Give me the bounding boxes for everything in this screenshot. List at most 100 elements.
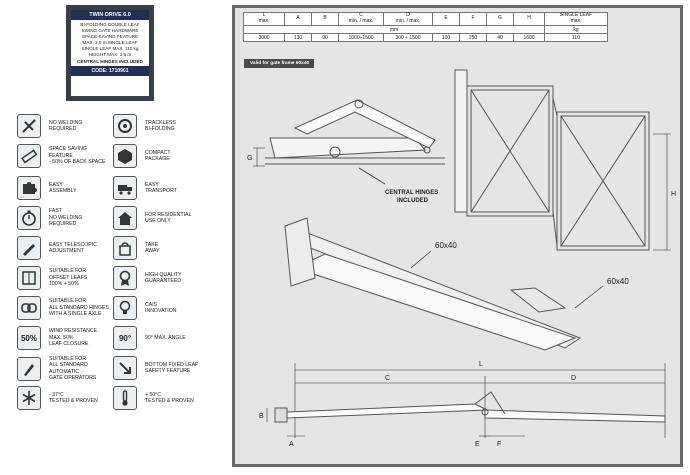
trackless-wheel-icon <box>113 114 137 138</box>
no-welding-icon <box>17 114 41 138</box>
feature-line: INNOVATION <box>145 308 177 314</box>
central-hinges-label-2: INCLUDED <box>397 198 429 204</box>
feature-item: TAKE AWAY <box>113 236 160 260</box>
feature-text: EASY TRANSPORT <box>145 182 177 195</box>
thermometer-icon <box>113 386 137 410</box>
feature-item: BOTTOM FIXED LEAF SAFETY FEATURE <box>113 356 198 380</box>
feature-text: + 50°C TESTED & PROVEN <box>145 392 194 405</box>
feature-item: EASY TRANSPORT <box>113 176 177 200</box>
profile-label: 60x40 <box>435 241 457 250</box>
ruler-icon <box>17 144 41 168</box>
feature-item: 50% WIND RESISTANCE MAX. 50% LEAF CLOSURE <box>17 326 97 350</box>
feature-item: TRACKLESS BI-FOLDING <box>113 114 176 138</box>
fixed-leaf-arrow-icon <box>113 356 137 380</box>
offset-frame-icon <box>17 266 41 290</box>
dim-b-label: B <box>259 413 264 420</box>
gate-technical-drawing: CENTRAL HINGES INCLUDED 60x40 60x40 G H … <box>247 69 676 448</box>
feature-item: HIGH QUALITY GUARANTEED <box>113 266 182 290</box>
dim-a-label: A <box>289 441 294 448</box>
feature-text: FAST NO WELDING REQUIRED <box>49 208 82 227</box>
feature-line: WITH A SINGLE AXLE <box>49 311 102 318</box>
feature-item: SUITABLE FOR OFFSET LEAFS 100% + 50% <box>17 266 87 290</box>
feature-text: EASY ASSEMBLY <box>49 182 77 195</box>
hinge-link-icon <box>17 296 41 320</box>
product-label: TWIN DRIVE 6.0 BI-FOLDING DOUBLE LEAF SW… <box>66 5 154 101</box>
feature-line: PACKAGE <box>145 156 170 162</box>
feature-line: AWAY <box>145 248 160 254</box>
dim-h-label: H <box>671 191 676 198</box>
feature-item: FAST NO WELDING REQUIRED <box>17 206 82 230</box>
central-hinges-label: CENTRAL HINGES <box>385 190 438 196</box>
feature-item: - 37°C TESTED & PROVEN <box>17 386 98 410</box>
truck-icon <box>113 176 137 200</box>
dim-g-label: G <box>247 155 252 162</box>
dim-d-label: D <box>571 375 576 382</box>
feature-line: SAFETY FEATURE <box>145 368 191 374</box>
dim-e-label: E <box>475 441 480 448</box>
snowflake-icon <box>17 386 41 410</box>
product-code: CODE: 1710901 <box>71 65 149 76</box>
dim-c-label: C <box>385 375 390 382</box>
feature-text: BOTTOM FIXED LEAF SAFETY FEATURE <box>145 362 198 375</box>
feature-item: EASY ASSEMBLY <box>17 176 77 200</box>
product-label-card: TWIN DRIVE 6.0 BI-FOLDING DOUBLE LEAF SW… <box>70 9 150 97</box>
feature-item: 90° 90° MAX. ANGLE <box>113 326 186 350</box>
feature-line: 100% + 50% <box>49 281 79 288</box>
feature-item: SPACE SAVING FEATURE - 50% OF BACK SPACE <box>17 144 105 168</box>
feature-text: - 37°C TESTED & PROVEN <box>49 392 98 405</box>
feature-text: TAKE AWAY <box>145 242 160 255</box>
feature-text: SUITABLE FOR ALL STANDARD AUTOMATIC GATE OP… <box>49 356 96 382</box>
feature-item: SUITABLE FOR ALL STANDARD AUTOMATIC GATE OP… <box>17 356 96 382</box>
feature-line: USE ONLY <box>145 218 171 224</box>
gate-post <box>454 69 468 213</box>
feature-line: - 50% OF BACK SPACE <box>49 159 106 166</box>
house-icon <box>113 206 137 230</box>
feature-line: GUARANTEED <box>145 278 182 284</box>
pen-adjust-icon <box>17 236 41 260</box>
feature-line: REQUIRED <box>49 126 77 132</box>
feature-line: 90° MAX. ANGLE <box>145 334 186 341</box>
feature-item: + 50°C TESTED & PROVEN <box>113 386 194 410</box>
profile-label: 60x40 <box>607 277 629 286</box>
percent-50-icon: 50% <box>17 326 41 350</box>
lightbulb-icon <box>113 296 137 320</box>
feature-text: CAIS INNOVATION <box>145 302 177 315</box>
feature-line: ADJUSTMENT <box>49 248 84 254</box>
technical-drawing-panel: L max. A B C min. / max. D min. / max. E F G H SI… <box>232 5 683 467</box>
feature-line: TESTED & PROVEN <box>145 398 194 404</box>
angle-90-icon: 90° <box>113 326 137 350</box>
label-bold-line: CENTRAL HINGES INCLUDED <box>77 58 143 64</box>
feature-text: HIGH QUALITY GUARANTEED <box>145 272 182 285</box>
dim-l-label: L <box>479 361 483 368</box>
feature-item: SUITABLE FOR ALL STANDARD HINGES WITH A SI… <box>17 296 109 320</box>
feature-text: EASY TELESCOPIC ADJUSTMENT <box>49 242 97 255</box>
feature-line: TESTED & PROVEN <box>49 398 98 404</box>
feature-line: TRANSPORT <box>145 188 177 194</box>
feature-line: ASSEMBLY <box>49 188 77 194</box>
feature-text: FOR RESIDENTIAL USE ONLY <box>145 212 191 225</box>
feature-text: SUITABLE FOR ALL STANDARD HINGES WITH A SI… <box>49 298 109 317</box>
feature-text: NO WELDING REQUIRED <box>49 120 82 133</box>
feature-line: LEAF CLOSURE <box>49 341 89 348</box>
feature-item: NO WELDING REQUIRED <box>17 114 82 138</box>
feature-line: BI-FOLDING <box>145 126 175 132</box>
feature-line: SUITABLE FOR <box>49 268 87 275</box>
feature-item: COMPACT PACKAGE <box>113 144 171 168</box>
puzzle-icon <box>17 176 41 200</box>
feature-text: TRACKLESS BI-FOLDING <box>145 120 176 133</box>
package-box-icon <box>113 144 137 168</box>
gate-operator-icon <box>17 356 41 381</box>
dim-f-label: F <box>497 441 501 448</box>
feature-text: WIND RESISTANCE MAX. 50% LEAF CLOSURE <box>49 328 97 347</box>
feature-item: FOR RESIDENTIAL USE ONLY <box>113 206 191 230</box>
shopping-bag-icon <box>113 236 137 260</box>
feature-text: SPACE SAVING FEATURE - 50% OF BACK SPACE <box>49 146 105 165</box>
feature-text: SUITABLE FOR OFFSET LEAFS 100% + 50% <box>49 268 87 287</box>
product-title: TWIN DRIVE 6.0 <box>71 10 149 20</box>
feature-item: EASY TELESCOPIC ADJUSTMENT <box>17 236 97 260</box>
feature-line: WIND RESISTANCE <box>49 328 98 335</box>
feature-text: COMPACT PACKAGE <box>145 150 171 163</box>
feature-text: 90° MAX. ANGLE <box>145 335 186 341</box>
quality-ribbon-icon <box>113 266 137 290</box>
feature-line: REQUIRED <box>49 221 77 228</box>
